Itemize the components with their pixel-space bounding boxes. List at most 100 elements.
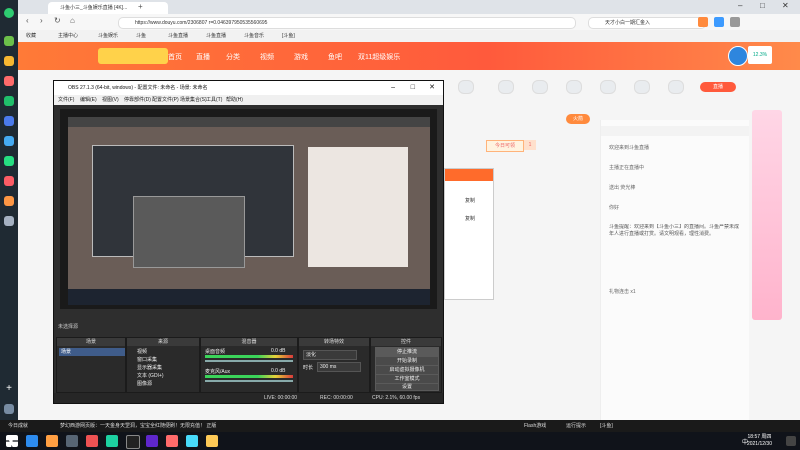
taskbar-app-icon[interactable]: [166, 435, 178, 447]
taskbar-app-icon[interactable]: [26, 435, 38, 447]
nav-item[interactable]: 鱼吧: [328, 52, 342, 62]
launcher-app-icon[interactable]: [4, 156, 14, 166]
home-icon[interactable]: ⌂: [70, 16, 75, 25]
nav-item[interactable]: 直播: [196, 52, 210, 62]
nav-item[interactable]: 分类: [226, 52, 240, 62]
obs-taskbar-icon[interactable]: [126, 435, 140, 449]
launcher-app-icon[interactable]: [4, 76, 14, 86]
close-icon[interactable]: ✕: [429, 81, 435, 95]
menu-item[interactable]: 帮助(H): [226, 95, 243, 105]
maximize-icon[interactable]: □: [760, 1, 765, 10]
cpu-fps: CPU: 2.1%, 60.00 fps: [372, 395, 421, 401]
minimize-icon[interactable]: –: [738, 1, 742, 10]
taskbar-app-icon[interactable]: [86, 435, 98, 447]
bookmark-item[interactable]: [斗鱼]: [282, 30, 295, 42]
settings-button[interactable]: 设置: [375, 383, 439, 391]
promo-banner[interactable]: [752, 110, 782, 320]
menu-item[interactable]: 场景集合(S): [180, 95, 207, 105]
launcher-app-icon[interactable]: [4, 136, 14, 146]
start-icon[interactable]: [6, 435, 18, 447]
system-clock[interactable]: 18:57 周四 2021/12/30: [747, 434, 772, 448]
back-icon[interactable]: ‹: [26, 16, 29, 25]
menu-item[interactable]: 编辑(E): [80, 95, 97, 105]
settings-icon[interactable]: [4, 404, 14, 414]
avatar[interactable]: [728, 46, 748, 66]
bookmark-item[interactable]: 斗鱼直播: [168, 30, 188, 42]
category-icon[interactable]: [566, 80, 582, 94]
nav-item[interactable]: 双11超级娱乐: [358, 52, 400, 62]
daily-reward[interactable]: 今日可领: [486, 140, 524, 152]
volume-slider[interactable]: [205, 360, 293, 362]
app-logo-icon[interactable]: [4, 8, 14, 18]
taskbar-app-icon[interactable]: [146, 435, 158, 447]
douyu-logo[interactable]: [98, 48, 168, 64]
source-item[interactable]: 窗口采集: [137, 356, 157, 363]
menu-item[interactable]: 文件(F): [58, 95, 74, 105]
bookmark-item[interactable]: 斗鱼: [136, 30, 146, 42]
menu-item[interactable]: 工具(T): [206, 95, 222, 105]
menu-item[interactable]: 视图(V): [102, 95, 119, 105]
category-icon[interactable]: [600, 80, 616, 94]
status-text[interactable]: 运行提示: [566, 420, 586, 432]
search-input[interactable]: 天才小白一期汇金入: [588, 17, 706, 29]
bookmark-item[interactable]: 斗鱼直播: [206, 30, 226, 42]
nav-item[interactable]: 首页: [168, 52, 182, 62]
category-icon[interactable]: [498, 80, 514, 94]
refresh-icon[interactable]: ↻: [54, 16, 61, 25]
extension-icon[interactable]: [714, 17, 724, 27]
status-text[interactable]: [斗鱼]: [600, 420, 613, 432]
bookmark-item[interactable]: 主播中心: [58, 30, 78, 42]
minimize-icon[interactable]: –: [391, 81, 395, 95]
category-icon[interactable]: [532, 80, 548, 94]
source-item[interactable]: 文本 (GDI+): [137, 372, 164, 379]
taskbar-app-icon[interactable]: [66, 435, 78, 447]
source-item[interactable]: 视频: [137, 348, 147, 355]
notification-icon[interactable]: [786, 436, 796, 446]
new-tab-icon[interactable]: +: [138, 2, 143, 11]
menu-item[interactable]: 停靠部件(D): [124, 95, 151, 105]
taskbar-app-icon[interactable]: [186, 435, 198, 447]
obs-preview[interactable]: [60, 109, 437, 309]
maximize-icon[interactable]: □: [411, 81, 415, 95]
menu-item[interactable]: 配置文件(P): [152, 95, 179, 105]
launcher-app-icon[interactable]: [4, 36, 14, 46]
category-icon-row: [440, 80, 740, 104]
bookmark-item[interactable]: 斗鱼音乐: [244, 30, 264, 42]
add-app-icon[interactable]: +: [4, 384, 14, 394]
nav-item[interactable]: 游戏: [294, 52, 308, 62]
dialog-window: 复制 复制: [444, 168, 494, 300]
category-icon[interactable]: [668, 80, 684, 94]
mixer-track-name: 桌面音频: [205, 349, 226, 355]
launcher-app-icon[interactable]: [4, 216, 14, 226]
nav-item[interactable]: 视频: [260, 52, 274, 62]
taskbar-app-icon[interactable]: [46, 435, 58, 447]
extension-icon[interactable]: [698, 17, 708, 27]
source-item[interactable]: 显示器采集: [137, 364, 162, 371]
launcher-app-icon[interactable]: [4, 116, 14, 126]
bookmark-item[interactable]: 收藏: [26, 30, 36, 42]
url-input[interactable]: https://www.douyu.com/2306807 r=0.046397…: [118, 17, 576, 29]
scene-item[interactable]: 场景: [59, 348, 125, 356]
browser-tab[interactable]: 斗鱼小三_斗鱼娱乐直播 [4K]...: [48, 2, 168, 14]
launcher-app-icon[interactable]: [4, 56, 14, 66]
category-icon[interactable]: [634, 80, 650, 94]
rocket-button[interactable]: 火箭: [566, 114, 590, 124]
status-text[interactable]: 梦幻西游网页版：一天金身天罡洞，宝宝全红随便刷！无限充值！ 正版: [60, 420, 216, 432]
launcher-app-icon[interactable]: [4, 196, 14, 206]
volume-slider[interactable]: [205, 380, 293, 382]
menu-icon[interactable]: [730, 17, 740, 27]
source-item[interactable]: 图像源: [137, 380, 152, 387]
category-icon[interactable]: [458, 80, 474, 94]
launcher-app-icon[interactable]: [4, 176, 14, 186]
taskbar-app-icon[interactable]: [206, 435, 218, 447]
duration-input[interactable]: 300 ms: [317, 362, 361, 372]
live-button[interactable]: 直播: [700, 82, 736, 92]
transition-select[interactable]: 淡化: [303, 350, 357, 360]
status-text[interactable]: 今日成就: [8, 420, 28, 432]
bookmark-item[interactable]: 斗鱼娱乐: [98, 30, 118, 42]
close-icon[interactable]: ✕: [782, 1, 789, 10]
status-text[interactable]: Flash游戏: [524, 420, 546, 432]
forward-icon[interactable]: ›: [40, 16, 43, 25]
taskbar-app-icon[interactable]: [106, 435, 118, 447]
launcher-app-icon[interactable]: [4, 96, 14, 106]
